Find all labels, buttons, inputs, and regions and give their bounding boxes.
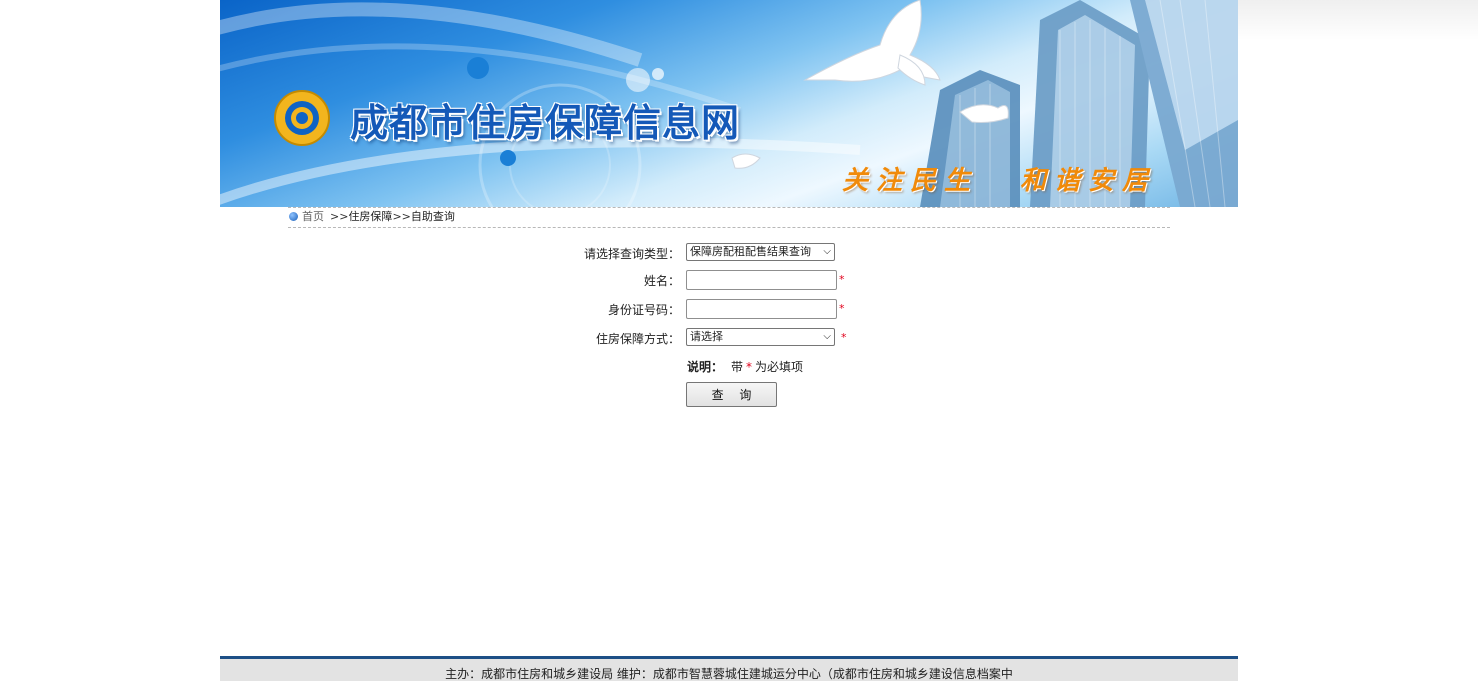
- breadcrumb: 首页 >>住房保障>>自助查询: [288, 207, 1170, 228]
- ring-logo-icon: [274, 90, 330, 146]
- breadcrumb-separator: >>: [392, 210, 411, 223]
- site-title: 成都市住房保障信息网: [350, 101, 741, 145]
- query-type-value: 保障房配租配售结果查询: [690, 245, 811, 258]
- page: 成都市住房保障信息网 关注民生 和谐安居 首页 >>住房保障>>自助查询 请选择查…: [220, 0, 1238, 681]
- name-label: 姓名：: [643, 274, 680, 288]
- note-before: 带: [731, 360, 744, 374]
- breadcrumb-housing-security: 住房保障: [348, 210, 393, 223]
- breadcrumb-separator: >>: [330, 210, 349, 223]
- footer: 主办：成都市住房和城乡建设局 维护：成都市智慧蓉城住建城运分中心（成都市住房和城…: [220, 656, 1238, 681]
- dove-large: [803, 0, 941, 86]
- method-label: 住房保障方式：: [595, 332, 680, 346]
- breadcrumb-home-link[interactable]: 首页: [302, 210, 324, 223]
- query-type-row: 请选择查询类型： 保障房配租配售结果查询 ⌵: [220, 243, 1238, 263]
- chevron-down-icon: ⌵: [823, 331, 831, 342]
- name-row: 姓名： *: [220, 270, 1238, 290]
- footer-text: 主办：成都市住房和城乡建设局 维护：成都市智慧蓉城住建城运分中心（成都市住房和城…: [445, 667, 1013, 681]
- breadcrumb-self-query: 自助查询: [410, 210, 455, 223]
- method-row: 住房保障方式： 请选择 ⌵ *: [220, 328, 1238, 348]
- top-right-shadow: [1238, 0, 1478, 40]
- chevron-down-icon: ⌵: [823, 246, 831, 257]
- method-select[interactable]: 请选择 ⌵: [686, 328, 835, 346]
- query-button[interactable]: 查 询: [686, 382, 777, 407]
- globe-bullet-icon: [289, 212, 298, 221]
- note-label: 说明：: [687, 360, 724, 374]
- name-input[interactable]: [686, 270, 837, 290]
- note-required-mark: *: [746, 360, 753, 374]
- query-type-label: 请选择查询类型：: [583, 247, 680, 261]
- id-number-row: 身份证号码： *: [220, 299, 1238, 319]
- slogan-left: 关注民生: [842, 166, 979, 196]
- query-type-select[interactable]: 保障房配租配售结果查询 ⌵: [686, 243, 835, 261]
- id-number-input[interactable]: [686, 299, 837, 319]
- required-mark: *: [839, 302, 845, 315]
- required-mark: *: [841, 331, 847, 344]
- note-after: 为必填项: [755, 360, 804, 374]
- slogan-right: 和谐安居: [1020, 166, 1157, 196]
- required-mark: *: [839, 273, 845, 286]
- id-number-label: 身份证号码：: [607, 303, 680, 317]
- method-value: 请选择: [690, 330, 723, 343]
- header-banner: 成都市住房保障信息网 关注民生 和谐安居: [220, 0, 1238, 207]
- form-note: 说明： 带 * 为必填项: [687, 358, 803, 375]
